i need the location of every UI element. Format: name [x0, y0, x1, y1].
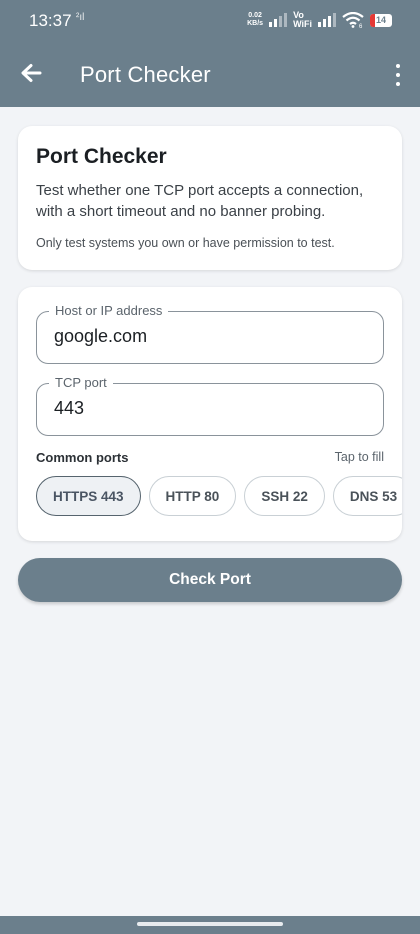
status-icons: 0.02 KB/s Vo WiFi 6 14 [247, 8, 392, 32]
port-field[interactable]: TCP port [36, 375, 384, 436]
port-field-label: TCP port [49, 375, 113, 390]
sim-indicator: ²ıl [76, 12, 85, 23]
tap-to-fill-hint: Tap to fill [334, 450, 384, 464]
intro-description: Test whether one TCP port accepts a conn… [36, 182, 364, 220]
status-time: 13:37 [29, 11, 72, 30]
gesture-handle[interactable] [137, 922, 283, 926]
wifi-label: WiFi [293, 19, 312, 29]
chip-ssh-22[interactable]: SSH 22 [244, 476, 325, 516]
status-bar: 13:37 ²ıl 0.02 KB/s Vo WiFi 6 14 [0, 0, 420, 40]
system-nav-bar [0, 916, 420, 934]
top-bar: 13:37 ²ıl 0.02 KB/s Vo WiFi 6 14 Port Ch… [0, 0, 420, 107]
intro-card: Port Checker Test whether one TCP port a… [18, 126, 402, 270]
network-speed-value: 0.02 [248, 12, 262, 19]
chip-http-80[interactable]: HTTP 80 [148, 476, 237, 516]
mobile-signal-2-icon [318, 13, 336, 27]
chip-dns-53[interactable]: DNS 53 [332, 476, 402, 516]
vowifi-indicator: Vo WiFi [293, 11, 312, 29]
chip-https-443[interactable]: HTTPS 443 [36, 476, 141, 516]
port-input[interactable] [54, 398, 364, 419]
battery-icon: 14 [370, 13, 392, 27]
wifi-icon: 6 [342, 12, 364, 28]
battery-level: 14 [375, 15, 386, 25]
host-field-label: Host or IP address [49, 303, 169, 318]
app-bar: Port Checker [0, 40, 420, 107]
check-port-button[interactable]: Check Port [18, 558, 402, 602]
wifi-sub: 6 [359, 24, 363, 28]
host-input[interactable] [54, 326, 364, 347]
permission-notice: Only test systems you own or have permis… [36, 236, 335, 250]
host-field[interactable]: Host or IP address [36, 303, 384, 364]
network-speed: 0.02 KB/s [247, 12, 263, 28]
network-speed-unit: KB/s [247, 20, 264, 27]
port-check-form: Host or IP address TCP port Common ports… [18, 287, 402, 541]
mobile-signal-icon [269, 13, 288, 27]
app-bar-title: Port Checker [80, 62, 211, 87]
more-vert-icon[interactable] [394, 64, 402, 86]
arrow-left-icon[interactable] [20, 62, 42, 84]
common-ports-chips: HTTPS 443 HTTP 80 SSH 22 DNS 53 [36, 476, 402, 518]
intro-title: Port Checker [36, 145, 167, 168]
common-ports-label: Common ports [36, 450, 129, 465]
